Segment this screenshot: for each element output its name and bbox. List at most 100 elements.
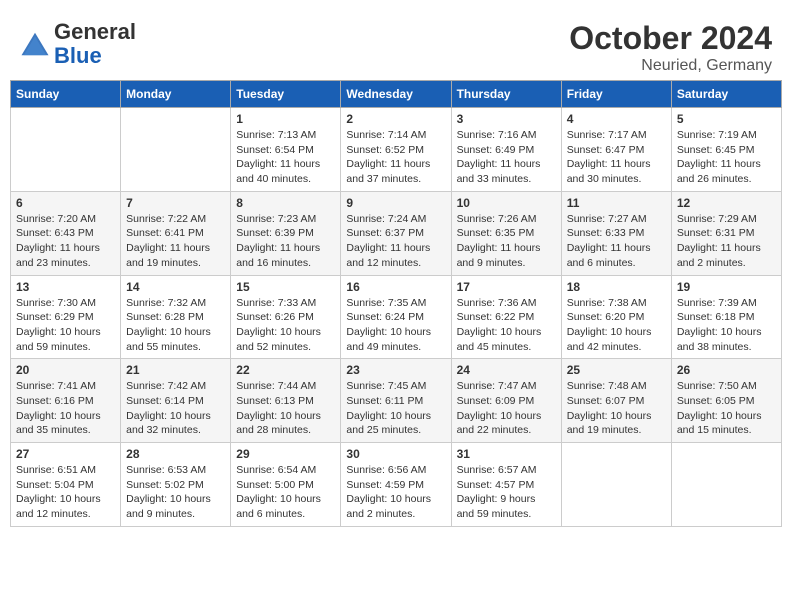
day-info: Sunrise: 7:35 AM Sunset: 6:24 PM Dayligh… [346, 296, 445, 355]
day-number: 9 [346, 196, 445, 210]
day-number: 16 [346, 280, 445, 294]
calendar-cell: 10 Sunrise: 7:26 AM Sunset: 6:35 PM Dayli… [451, 191, 561, 275]
calendar-cell: 8Sunrise: 7:23 AM Sunset: 6:39 PM Daylig… [231, 191, 341, 275]
day-number: 25 [567, 363, 666, 377]
day-info: Sunrise: 7:13 AM Sunset: 6:54 PM Dayligh… [236, 128, 335, 187]
day-info: Sunrise: 6:54 AM Sunset: 5:00 PM Dayligh… [236, 463, 335, 522]
day-number: 23 [346, 363, 445, 377]
day-number: 6 [16, 196, 115, 210]
col-header-monday: Monday [121, 81, 231, 108]
calendar-cell: 27Sunrise: 6:51 AM Sunset: 5:04 PM Dayli… [11, 443, 121, 527]
page-header: General Blue October 2024 Neuried, Germa… [10, 10, 782, 80]
day-number: 20 [16, 363, 115, 377]
title-block: October 2024 Neuried, Germany [569, 20, 772, 75]
day-number: 12 [677, 196, 776, 210]
day-number: 26 [677, 363, 776, 377]
day-info: Sunrise: 6:56 AM Sunset: 4:59 PM Dayligh… [346, 463, 445, 522]
calendar-cell: 17 Sunrise: 7:36 AM Sunset: 6:22 PM Dayli… [451, 275, 561, 359]
location: Neuried, Germany [569, 57, 772, 75]
day-number: 15 [236, 280, 335, 294]
calendar-cell [561, 443, 671, 527]
calendar-cell: 29 Sunrise: 6:54 AM Sunset: 5:00 PM Dayli… [231, 443, 341, 527]
calendar-cell [121, 108, 231, 192]
day-number: 30 [346, 447, 445, 461]
day-number: 2 [346, 112, 445, 126]
day-info: Sunrise: 7:32 AM Sunset: 6:28 PM Dayligh… [126, 296, 225, 355]
day-info: Sunrise: 7:36 AM Sunset: 6:22 PM Dayligh… [457, 296, 556, 355]
col-header-wednesday: Wednesday [341, 81, 451, 108]
col-header-friday: Friday [561, 81, 671, 108]
day-info: Sunrise: 7:29 AM Sunset: 6:31 PM Dayligh… [677, 212, 776, 271]
day-number: 22 [236, 363, 335, 377]
day-number: 11 [567, 196, 666, 210]
calendar-cell: 5Sunrise: 7:19 AM Sunset: 6:45 PM Daylig… [671, 108, 781, 192]
day-number: 10 [457, 196, 556, 210]
calendar-cell: 23 Sunrise: 7:45 AM Sunset: 6:11 PM Dayli… [341, 359, 451, 443]
day-number: 17 [457, 280, 556, 294]
day-info: Sunrise: 7:26 AM Sunset: 6:35 PM Dayligh… [457, 212, 556, 271]
calendar-cell: 16 Sunrise: 7:35 AM Sunset: 6:24 PM Dayli… [341, 275, 451, 359]
calendar-cell: 31 Sunrise: 6:57 AM Sunset: 4:57 PM Dayli… [451, 443, 561, 527]
day-info: Sunrise: 6:53 AM Sunset: 5:02 PM Dayligh… [126, 463, 225, 522]
logo: General Blue [20, 20, 136, 68]
day-info: Sunrise: 7:27 AM Sunset: 6:33 PM Dayligh… [567, 212, 666, 271]
day-info: Sunrise: 6:51 AM Sunset: 5:04 PM Dayligh… [16, 463, 115, 522]
day-info: Sunrise: 7:47 AM Sunset: 6:09 PM Dayligh… [457, 379, 556, 438]
calendar-cell: 19 Sunrise: 7:39 AM Sunset: 6:18 PM Dayli… [671, 275, 781, 359]
day-info: Sunrise: 7:39 AM Sunset: 6:18 PM Dayligh… [677, 296, 776, 355]
col-header-tuesday: Tuesday [231, 81, 341, 108]
day-number: 13 [16, 280, 115, 294]
day-info: Sunrise: 7:24 AM Sunset: 6:37 PM Dayligh… [346, 212, 445, 271]
col-header-thursday: Thursday [451, 81, 561, 108]
calendar-cell: 30 Sunrise: 6:56 AM Sunset: 4:59 PM Dayli… [341, 443, 451, 527]
day-number: 21 [126, 363, 225, 377]
calendar-cell: 26 Sunrise: 7:50 AM Sunset: 6:05 PM Dayli… [671, 359, 781, 443]
day-number: 28 [126, 447, 225, 461]
day-info: Sunrise: 6:57 AM Sunset: 4:57 PM Dayligh… [457, 463, 556, 522]
calendar-cell [671, 443, 781, 527]
calendar-cell [11, 108, 121, 192]
calendar-cell: 22Sunrise: 7:44 AM Sunset: 6:13 PM Dayli… [231, 359, 341, 443]
day-info: Sunrise: 7:48 AM Sunset: 6:07 PM Dayligh… [567, 379, 666, 438]
calendar-cell: 28 Sunrise: 6:53 AM Sunset: 5:02 PM Dayli… [121, 443, 231, 527]
day-number: 29 [236, 447, 335, 461]
calendar-cell: 24 Sunrise: 7:47 AM Sunset: 6:09 PM Dayli… [451, 359, 561, 443]
col-header-sunday: Sunday [11, 81, 121, 108]
day-number: 5 [677, 112, 776, 126]
logo-icon [20, 29, 50, 59]
day-number: 4 [567, 112, 666, 126]
day-info: Sunrise: 7:14 AM Sunset: 6:52 PM Dayligh… [346, 128, 445, 187]
logo-text: General Blue [54, 20, 136, 68]
calendar-cell: 13 Sunrise: 7:30 AM Sunset: 6:29 PM Dayli… [11, 275, 121, 359]
calendar-cell: 9 Sunrise: 7:24 AM Sunset: 6:37 PM Daylig… [341, 191, 451, 275]
day-info: Sunrise: 7:45 AM Sunset: 6:11 PM Dayligh… [346, 379, 445, 438]
calendar-cell: 12 Sunrise: 7:29 AM Sunset: 6:31 PM Dayli… [671, 191, 781, 275]
day-number: 7 [126, 196, 225, 210]
day-info: Sunrise: 7:42 AM Sunset: 6:14 PM Dayligh… [126, 379, 225, 438]
month-title: October 2024 [569, 20, 772, 57]
day-info: Sunrise: 7:30 AM Sunset: 6:29 PM Dayligh… [16, 296, 115, 355]
col-header-saturday: Saturday [671, 81, 781, 108]
calendar-cell: 3 Sunrise: 7:16 AM Sunset: 6:49 PM Daylig… [451, 108, 561, 192]
day-info: Sunrise: 7:41 AM Sunset: 6:16 PM Dayligh… [16, 379, 115, 438]
calendar-cell: 4Sunrise: 7:17 AM Sunset: 6:47 PM Daylig… [561, 108, 671, 192]
calendar-cell: 15 Sunrise: 7:33 AM Sunset: 6:26 PM Dayli… [231, 275, 341, 359]
calendar-cell: 21 Sunrise: 7:42 AM Sunset: 6:14 PM Dayli… [121, 359, 231, 443]
calendar-cell: 25 Sunrise: 7:48 AM Sunset: 6:07 PM Dayli… [561, 359, 671, 443]
day-number: 18 [567, 280, 666, 294]
day-info: Sunrise: 7:33 AM Sunset: 6:26 PM Dayligh… [236, 296, 335, 355]
day-number: 3 [457, 112, 556, 126]
day-info: Sunrise: 7:20 AM Sunset: 6:43 PM Dayligh… [16, 212, 115, 271]
calendar-cell: 18 Sunrise: 7:38 AM Sunset: 6:20 PM Dayli… [561, 275, 671, 359]
day-number: 8 [236, 196, 335, 210]
day-info: Sunrise: 7:38 AM Sunset: 6:20 PM Dayligh… [567, 296, 666, 355]
calendar-cell: 14Sunrise: 7:32 AM Sunset: 6:28 PM Dayli… [121, 275, 231, 359]
day-info: Sunrise: 7:50 AM Sunset: 6:05 PM Dayligh… [677, 379, 776, 438]
day-info: Sunrise: 7:16 AM Sunset: 6:49 PM Dayligh… [457, 128, 556, 187]
day-number: 31 [457, 447, 556, 461]
day-info: Sunrise: 7:22 AM Sunset: 6:41 PM Dayligh… [126, 212, 225, 271]
day-number: 19 [677, 280, 776, 294]
calendar-cell: 7 Sunrise: 7:22 AM Sunset: 6:41 PM Daylig… [121, 191, 231, 275]
calendar-cell: 20 Sunrise: 7:41 AM Sunset: 6:16 PM Dayli… [11, 359, 121, 443]
day-number: 24 [457, 363, 556, 377]
